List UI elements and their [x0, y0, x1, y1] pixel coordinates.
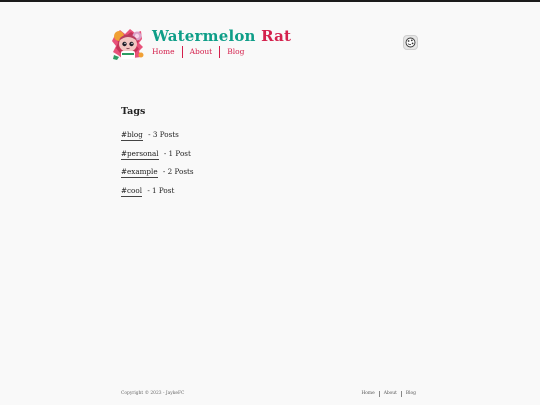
main-nav: Home About Blog: [152, 46, 251, 58]
site-title-word-watermelon: Watermelon: [152, 27, 256, 45]
page-title: Tags: [121, 106, 146, 117]
theme-toggle-icon: [405, 37, 416, 48]
nav-about-link[interactable]: About: [181, 46, 220, 58]
nav-home-link[interactable]: Home: [152, 46, 182, 58]
nav-blog-link[interactable]: Blog: [219, 46, 251, 58]
footer-blog-link[interactable]: Blog: [400, 391, 416, 397]
tag-item-example: #example - 2 Posts: [121, 167, 421, 186]
tag-item-cool: #cool - 1 Post: [121, 185, 421, 205]
site-title-word-rat: Rat: [261, 27, 292, 45]
footer-about-link[interactable]: About: [378, 391, 401, 397]
theme-toggle-button[interactable]: [403, 35, 418, 50]
rat-avatar-icon[interactable]: [111, 27, 145, 61]
tag-post-count: - 2 Posts: [162, 167, 194, 176]
footer-home-link[interactable]: Home: [361, 391, 378, 397]
footer-nav: Home About Blog: [361, 391, 416, 397]
tag-post-count: - 1 Post: [163, 148, 191, 158]
tag-list: #blog - 3 Posts #personal - 1 Post #exam…: [121, 130, 421, 204]
main-content: Tags #blog - 3 Posts #personal - 1 Post …: [121, 106, 421, 204]
tag-item-personal: #personal - 1 Post: [121, 148, 421, 168]
tag-link[interactable]: #cool: [121, 185, 143, 197]
copyright-text: Copyright © 2023 - JaykeFC: [121, 391, 185, 396]
tag-link[interactable]: #example: [121, 167, 158, 178]
site-title[interactable]: Watermelon Rat: [152, 27, 291, 45]
tag-item-blog: #blog - 3 Posts: [121, 130, 421, 149]
tag-link[interactable]: #personal: [121, 148, 159, 160]
tag-link[interactable]: #blog: [121, 130, 143, 141]
tag-post-count: - 3 Posts: [148, 130, 179, 139]
top-border: [0, 0, 540, 2]
tag-post-count: - 1 Post: [147, 185, 175, 195]
site-header: Watermelon Rat Home About Blog: [111, 26, 421, 66]
